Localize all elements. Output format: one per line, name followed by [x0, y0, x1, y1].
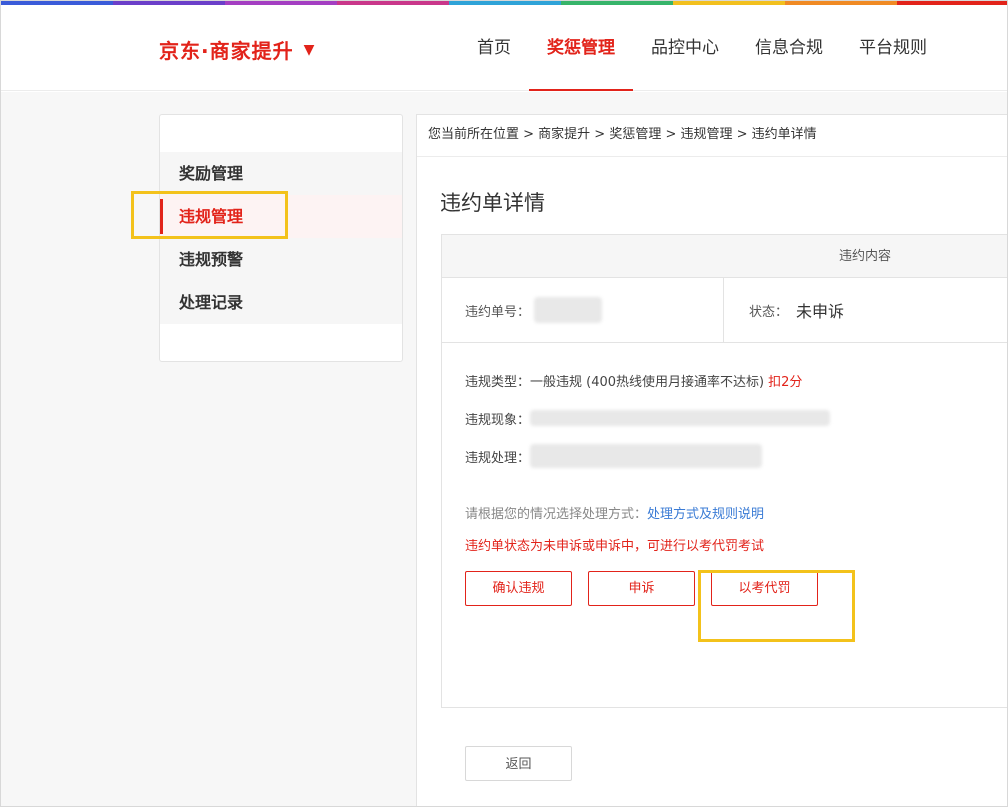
sidebar-item-warnings[interactable]: 违规预警	[160, 238, 402, 281]
brand-title: 京东·商家提升	[159, 39, 294, 63]
rules-explanation-link[interactable]: 处理方式及规则说明	[647, 507, 764, 522]
back-button[interactable]: 返回	[465, 746, 572, 781]
caret-down-icon: ▼	[303, 41, 316, 58]
nav-reward-punish[interactable]: 奖惩管理	[529, 5, 633, 91]
phenomenon-line: 违规现象：	[465, 399, 1007, 437]
status-label: 状态：	[749, 304, 789, 320]
phenomenon-redacted	[530, 410, 831, 426]
exam-notice: 违约单状态为未申诉或申诉中，可进行以考代罚考试	[465, 539, 765, 554]
handling-redacted	[530, 444, 763, 468]
choose-method-text: 请根据您的情况选择处理方式：	[465, 507, 648, 522]
order-number-redacted	[534, 297, 603, 323]
breadcrumb: 您当前所在位置 > 商家提升 > 奖惩管理 > 违规管理 > 违约单详情	[417, 115, 1007, 157]
top-header: 京东·商家提升 ▼ 首页 奖惩管理 品控中心 信息合规 平台规则	[1, 5, 1007, 91]
order-number-label: 违约单号：	[465, 304, 531, 320]
brand-logo[interactable]: 京东·商家提升 ▼	[159, 35, 315, 64]
handling-line: 违规处理：	[465, 437, 1007, 475]
panel-header: 违约内容	[442, 235, 1007, 278]
main-content: 您当前所在位置 > 商家提升 > 奖惩管理 > 违规管理 > 违约单详情 违约单…	[416, 114, 1007, 806]
violation-type-label: 违规类型：	[465, 374, 531, 390]
page-title: 违约单详情	[440, 191, 545, 215]
nav-compliance[interactable]: 信息合规	[737, 5, 841, 91]
exam-instead-button[interactable]: 以考代罚	[711, 571, 818, 606]
violation-panel: 违约内容 违约单号： 状态： 未申诉 违规类型： 一般违规 (400热线使用月接…	[441, 234, 1007, 708]
sidebar-item-records[interactable]: 处理记录	[160, 281, 402, 324]
status-cell: 状态： 未申诉	[724, 278, 1007, 342]
main-nav: 首页 奖惩管理 品控中心 信息合规 平台规则	[459, 5, 945, 91]
page: 京东·商家提升 ▼ 首页 奖惩管理 品控中心 信息合规 平台规则 奖励管理 违规…	[0, 0, 1008, 807]
appeal-button[interactable]: 申诉	[588, 571, 695, 606]
sidebar-item-violations[interactable]: 违规管理	[160, 195, 402, 238]
deduct-points: 扣2分	[768, 374, 803, 390]
status-value: 未申诉	[796, 302, 845, 321]
violation-type-value: 一般违规 (400热线使用月接通率不达标)	[530, 374, 765, 390]
nav-quality-center[interactable]: 品控中心	[633, 5, 737, 91]
sidebar-menu: 奖励管理 违规管理 违规预警 处理记录	[160, 152, 402, 324]
handling-label: 违规处理：	[465, 450, 531, 466]
info-row: 违约单号： 状态： 未申诉	[442, 278, 1007, 343]
violation-details: 违规类型： 一般违规 (400热线使用月接通率不达标) 扣2分 违规现象： 违规…	[442, 361, 1007, 606]
nav-home[interactable]: 首页	[459, 5, 529, 91]
violation-type-line: 违规类型： 一般违规 (400热线使用月接通率不达标) 扣2分	[465, 361, 1007, 399]
sidebar-item-rewards[interactable]: 奖励管理	[160, 152, 402, 195]
sidebar: 奖励管理 违规管理 违规预警 处理记录	[159, 114, 403, 362]
order-number-cell: 违约单号：	[442, 278, 724, 342]
confirm-violation-button[interactable]: 确认违规	[465, 571, 572, 606]
choose-method-line: 请根据您的情况选择处理方式：处理方式及规则说明	[465, 503, 1007, 523]
phenomenon-label: 违规现象：	[465, 412, 531, 428]
nav-platform-rules[interactable]: 平台规则	[841, 5, 945, 91]
action-buttons: 确认违规 申诉 以考代罚	[465, 571, 1007, 606]
